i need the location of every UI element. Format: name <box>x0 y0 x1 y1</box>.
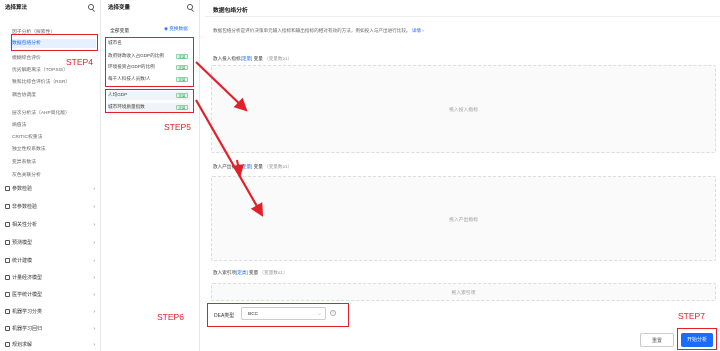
arrow-to-output <box>195 99 264 217</box>
arrow-to-input <box>195 61 248 112</box>
annotation-arrows <box>195 61 264 217</box>
